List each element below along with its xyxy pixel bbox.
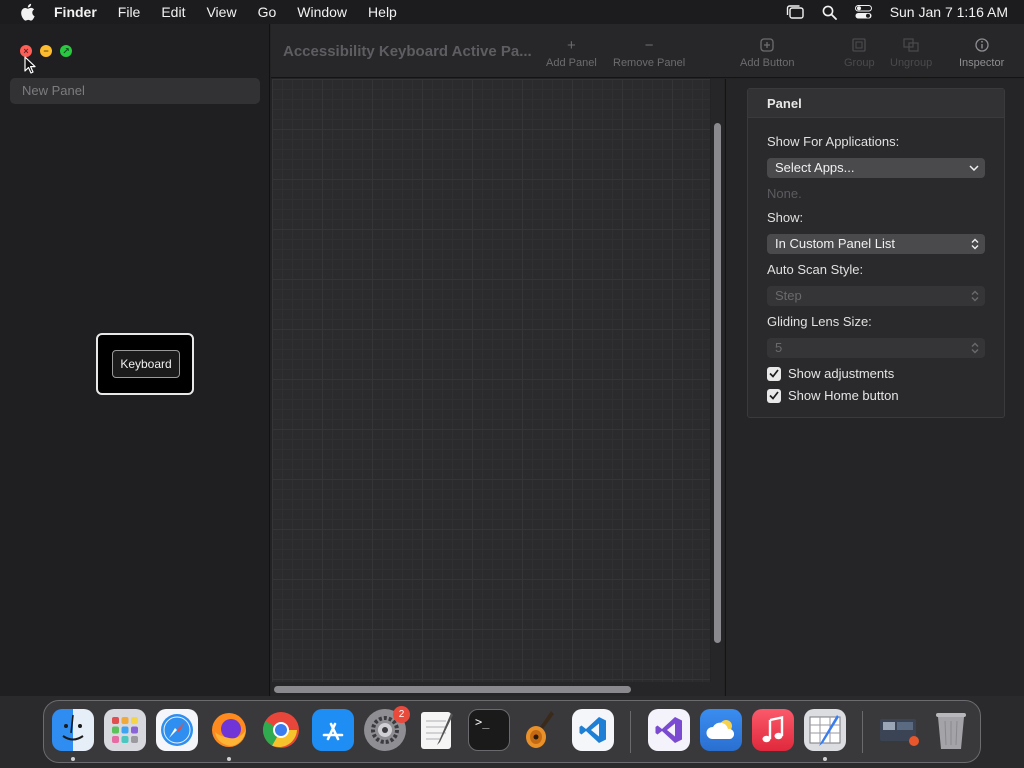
up-down-chevron-icon xyxy=(971,286,979,306)
keyboard-viewer-running-indicator xyxy=(823,757,827,761)
show-adjustments-checkbox[interactable]: Show adjustments xyxy=(767,366,894,381)
music-icon[interactable] xyxy=(752,709,794,751)
auto-scan-style-label: Auto Scan Style: xyxy=(767,262,864,277)
select-apps-popup[interactable]: Select Apps... xyxy=(767,158,985,178)
panel-list-sidebar: × − ↗ New Panel Keyboard xyxy=(0,24,270,696)
ungroup-button[interactable]: Ungroup xyxy=(890,36,932,69)
terminal-icon[interactable]: >_ xyxy=(468,709,510,751)
firefox-icon[interactable] xyxy=(208,709,250,751)
settings-notification-badge: 2 xyxy=(393,706,410,723)
show-home-button-checkbox[interactable]: Show Home button xyxy=(767,388,899,403)
ungroup-label: Ungroup xyxy=(890,57,933,69)
select-apps-value: Select Apps... xyxy=(775,160,855,175)
safari-icon[interactable] xyxy=(156,709,198,751)
minimize-icon: − xyxy=(43,46,49,56)
add-panel-label: Add Panel xyxy=(546,57,597,69)
show-adjustments-label: Show adjustments xyxy=(788,366,895,381)
app-window: × − ↗ New Panel Keyboard Accessibility K… xyxy=(0,24,1024,696)
window-title: Accessibility Keyboard Active Pa... xyxy=(283,43,532,60)
spotlight-search-icon[interactable] xyxy=(822,5,837,20)
group-icon xyxy=(852,36,866,54)
inspector-label: Inspector xyxy=(959,57,1005,69)
show-label: Show: xyxy=(767,210,804,225)
checkmark-icon xyxy=(767,388,781,403)
menu-window[interactable]: Window xyxy=(297,4,347,20)
minus-icon: − xyxy=(644,36,654,54)
menubar-clock[interactable]: Sun Jan 7 1:16 AM xyxy=(890,4,1008,20)
finder-icon[interactable] xyxy=(52,709,94,751)
gliding-lens-size-label: Gliding Lens Size: xyxy=(767,314,872,329)
horizontal-scroll-thumb[interactable] xyxy=(274,686,631,693)
apple-menu-icon[interactable] xyxy=(18,3,36,21)
inspector-header: Panel xyxy=(748,89,1004,118)
panel-list-item[interactable]: New Panel xyxy=(10,78,260,104)
menu-edit[interactable]: Edit xyxy=(161,4,185,20)
canvas-horizontal-scrollbar[interactable] xyxy=(271,682,711,696)
panel-properties-box: Panel Show For Applications: Select Apps… xyxy=(747,88,1005,418)
dock: 2 >_ xyxy=(43,700,981,763)
visual-studio-icon[interactable] xyxy=(648,709,690,751)
canvas-vertical-scrollbar[interactable] xyxy=(711,79,724,696)
remove-panel-label: Remove Panel xyxy=(613,57,686,69)
trash-icon[interactable] xyxy=(930,709,972,751)
info-icon xyxy=(974,36,989,54)
garageband-icon[interactable] xyxy=(520,709,562,751)
textedit-icon[interactable] xyxy=(416,709,458,751)
gliding-lens-size-popup[interactable]: 5 xyxy=(767,338,985,358)
show-value: In Custom Panel List xyxy=(775,236,895,251)
group-label: Group xyxy=(844,57,875,69)
mouse-pointer-icon xyxy=(24,56,36,79)
menu-help[interactable]: Help xyxy=(368,4,397,20)
chrome-icon[interactable] xyxy=(260,709,302,751)
vscode-icon[interactable] xyxy=(572,709,614,751)
dock-separator xyxy=(862,711,863,753)
show-home-button-label: Show Home button xyxy=(788,388,899,403)
plus-icon: + xyxy=(567,36,576,54)
add-panel-button[interactable]: + Add Panel xyxy=(546,36,597,70)
ungroup-icon xyxy=(903,36,919,54)
chevron-down-icon xyxy=(969,158,979,178)
keyboard-thumbnail-button[interactable]: Keyboard xyxy=(112,350,180,378)
show-popup[interactable]: In Custom Panel List xyxy=(767,234,985,254)
dock-separator xyxy=(630,711,631,753)
inspector-pane: Panel Show For Applications: Select Apps… xyxy=(725,79,1024,696)
add-button-label: Add Button xyxy=(740,57,795,69)
show-for-apps-label: Show For Applications: xyxy=(767,134,900,149)
control-center-icon[interactable] xyxy=(854,5,872,19)
finder-running-indicator xyxy=(71,757,75,761)
menu-file[interactable]: File xyxy=(118,4,141,20)
terminal-prompt-glyph: >_ xyxy=(475,715,490,729)
auto-scan-style-value: Step xyxy=(775,288,802,303)
window-minimize-button[interactable]: − xyxy=(40,45,52,57)
up-down-chevron-icon xyxy=(971,234,979,254)
remove-panel-button[interactable]: − Remove Panel xyxy=(613,36,686,70)
keyboard-panel-thumbnail[interactable]: Keyboard xyxy=(96,333,194,395)
apps-none-note: None. xyxy=(767,186,802,201)
menu-bar: Finder File Edit View Go Window Help Sun… xyxy=(0,0,1024,24)
keyboard-viewer-app-icon[interactable] xyxy=(804,709,846,751)
window-zoom-button[interactable]: ↗ xyxy=(60,45,72,57)
window-toolbar: Accessibility Keyboard Active Pa... + Ad… xyxy=(271,24,1024,78)
gliding-lens-size-value: 5 xyxy=(775,340,783,355)
checkmark-icon xyxy=(767,366,781,381)
zoom-icon: ↗ xyxy=(62,46,70,56)
app-store-icon[interactable] xyxy=(312,709,354,751)
downloads-stack-icon[interactable] xyxy=(878,709,920,751)
inspector-button[interactable]: Inspector xyxy=(959,36,1004,69)
menu-view[interactable]: View xyxy=(206,4,236,20)
launchpad-icon[interactable] xyxy=(104,709,146,751)
auto-scan-style-popup[interactable]: Step xyxy=(767,286,985,306)
up-down-chevron-icon xyxy=(971,338,979,358)
vertical-scroll-thumb[interactable] xyxy=(714,123,721,643)
add-button-icon xyxy=(760,36,774,54)
panel-editor-canvas[interactable] xyxy=(272,79,710,682)
group-button[interactable]: Group xyxy=(844,36,875,69)
menu-finder[interactable]: Finder xyxy=(54,4,97,20)
add-button-button[interactable]: Add Button xyxy=(740,36,794,69)
stage-manager-icon[interactable] xyxy=(786,5,804,19)
weather-icon[interactable] xyxy=(700,709,742,751)
menu-go[interactable]: Go xyxy=(258,4,277,20)
firefox-running-indicator xyxy=(227,757,231,761)
